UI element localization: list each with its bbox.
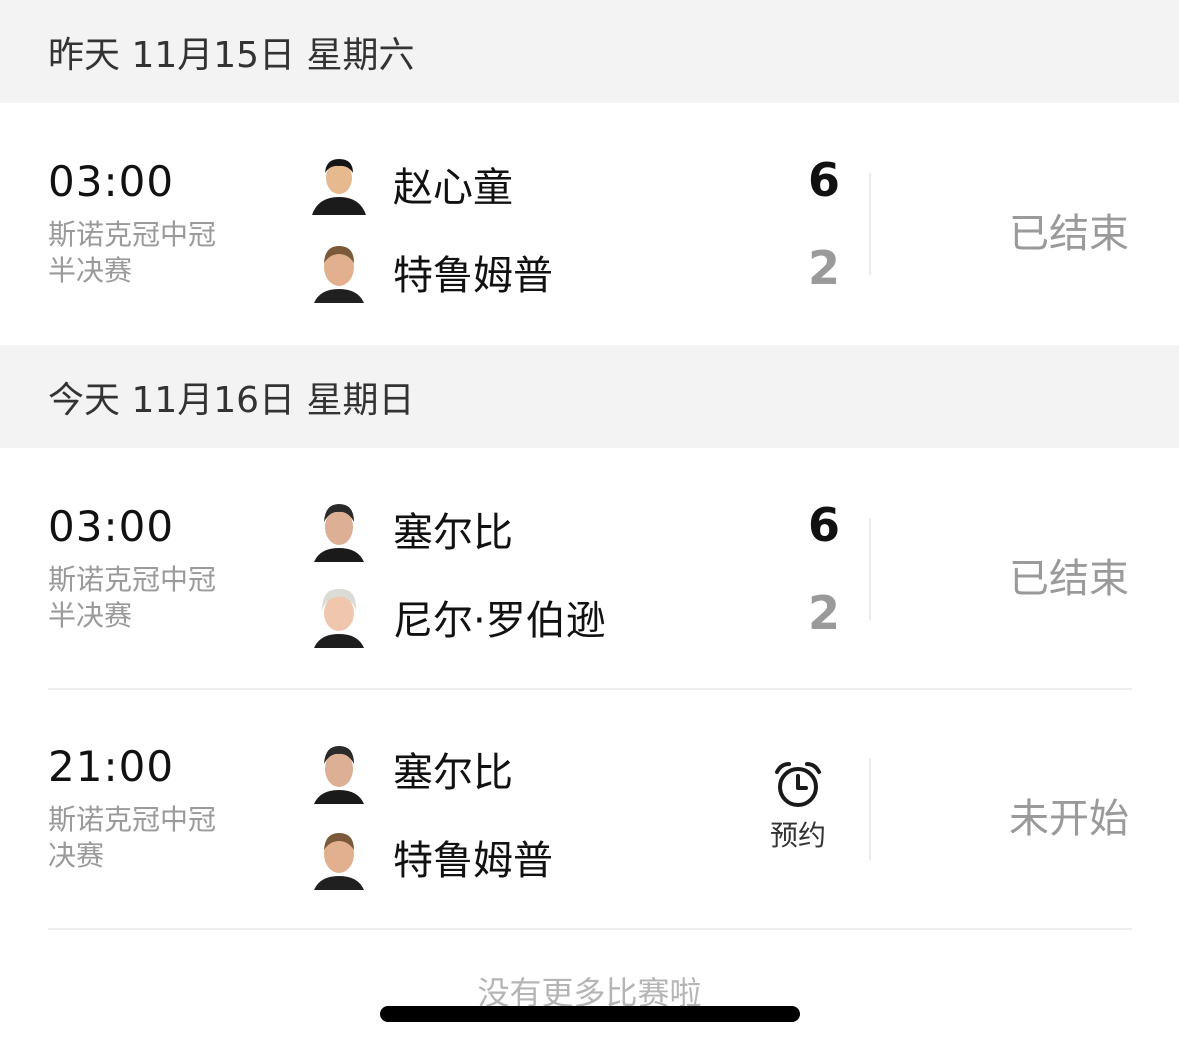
day-header-yesterday: 昨天 11月15日 星期六 bbox=[0, 0, 1179, 103]
player-name: 特鲁姆普 bbox=[393, 838, 553, 884]
player-avatar-zhao[interactable] bbox=[310, 151, 368, 215]
match-status: 已结束 bbox=[1009, 556, 1129, 602]
match-league: 斯诺克冠中冠 bbox=[48, 563, 217, 596]
player-avatar-trump[interactable] bbox=[310, 826, 368, 890]
match-round: 半决赛 bbox=[48, 599, 133, 632]
player-name: 尼尔·罗伯逊 bbox=[393, 598, 606, 644]
player-score: 2 bbox=[807, 241, 840, 295]
reserve-button[interactable]: 预约 bbox=[760, 760, 836, 854]
player-name: 塞尔比 bbox=[393, 510, 513, 556]
match-round: 决赛 bbox=[48, 839, 105, 872]
match-time: 03:00 bbox=[48, 157, 175, 206]
player-name: 特鲁姆普 bbox=[393, 253, 553, 299]
match-league: 斯诺克冠中冠 bbox=[48, 218, 217, 251]
player-avatar-selby[interactable] bbox=[310, 498, 368, 562]
home-indicator[interactable] bbox=[380, 1006, 800, 1022]
player-score: 2 bbox=[807, 586, 840, 640]
player-name: 赵心童 bbox=[393, 165, 513, 211]
player-avatar-selby[interactable] bbox=[310, 740, 368, 804]
vertical-divider bbox=[869, 173, 871, 275]
match-row[interactable]: 03:00 斯诺克冠中冠 半决赛 赵心童 6 特鲁姆普 2 已结束 bbox=[0, 103, 1179, 345]
day-header-label: 昨天 11月15日 星期六 bbox=[48, 34, 415, 76]
player-avatar-robertson[interactable] bbox=[310, 584, 368, 648]
match-row[interactable]: 03:00 斯诺克冠中冠 半决赛 塞尔比 6 尼尔·罗伯逊 2 已结束 bbox=[0, 448, 1179, 688]
day-header-today: 今天 11月16日 星期日 bbox=[0, 345, 1179, 448]
match-divider bbox=[48, 928, 1132, 930]
match-status: 未开始 bbox=[1009, 796, 1129, 842]
match-time: 21:00 bbox=[48, 742, 175, 791]
vertical-divider bbox=[869, 518, 871, 620]
reserve-label: 预约 bbox=[769, 819, 826, 852]
player-score: 6 bbox=[807, 498, 840, 552]
match-status: 已结束 bbox=[1009, 211, 1129, 257]
match-time: 03:00 bbox=[48, 502, 175, 551]
player-name: 塞尔比 bbox=[393, 750, 513, 796]
match-round: 半决赛 bbox=[48, 254, 133, 287]
player-avatar-trump[interactable] bbox=[310, 239, 368, 303]
match-row[interactable]: 21:00 斯诺克冠中冠 决赛 塞尔比 特鲁姆普 预约 未开始 bbox=[0, 690, 1179, 928]
match-league: 斯诺克冠中冠 bbox=[48, 803, 217, 836]
player-score: 6 bbox=[807, 153, 840, 207]
vertical-divider bbox=[869, 758, 871, 860]
day-header-label: 今天 11月16日 星期日 bbox=[48, 379, 415, 421]
alarm-clock-icon bbox=[775, 762, 821, 807]
